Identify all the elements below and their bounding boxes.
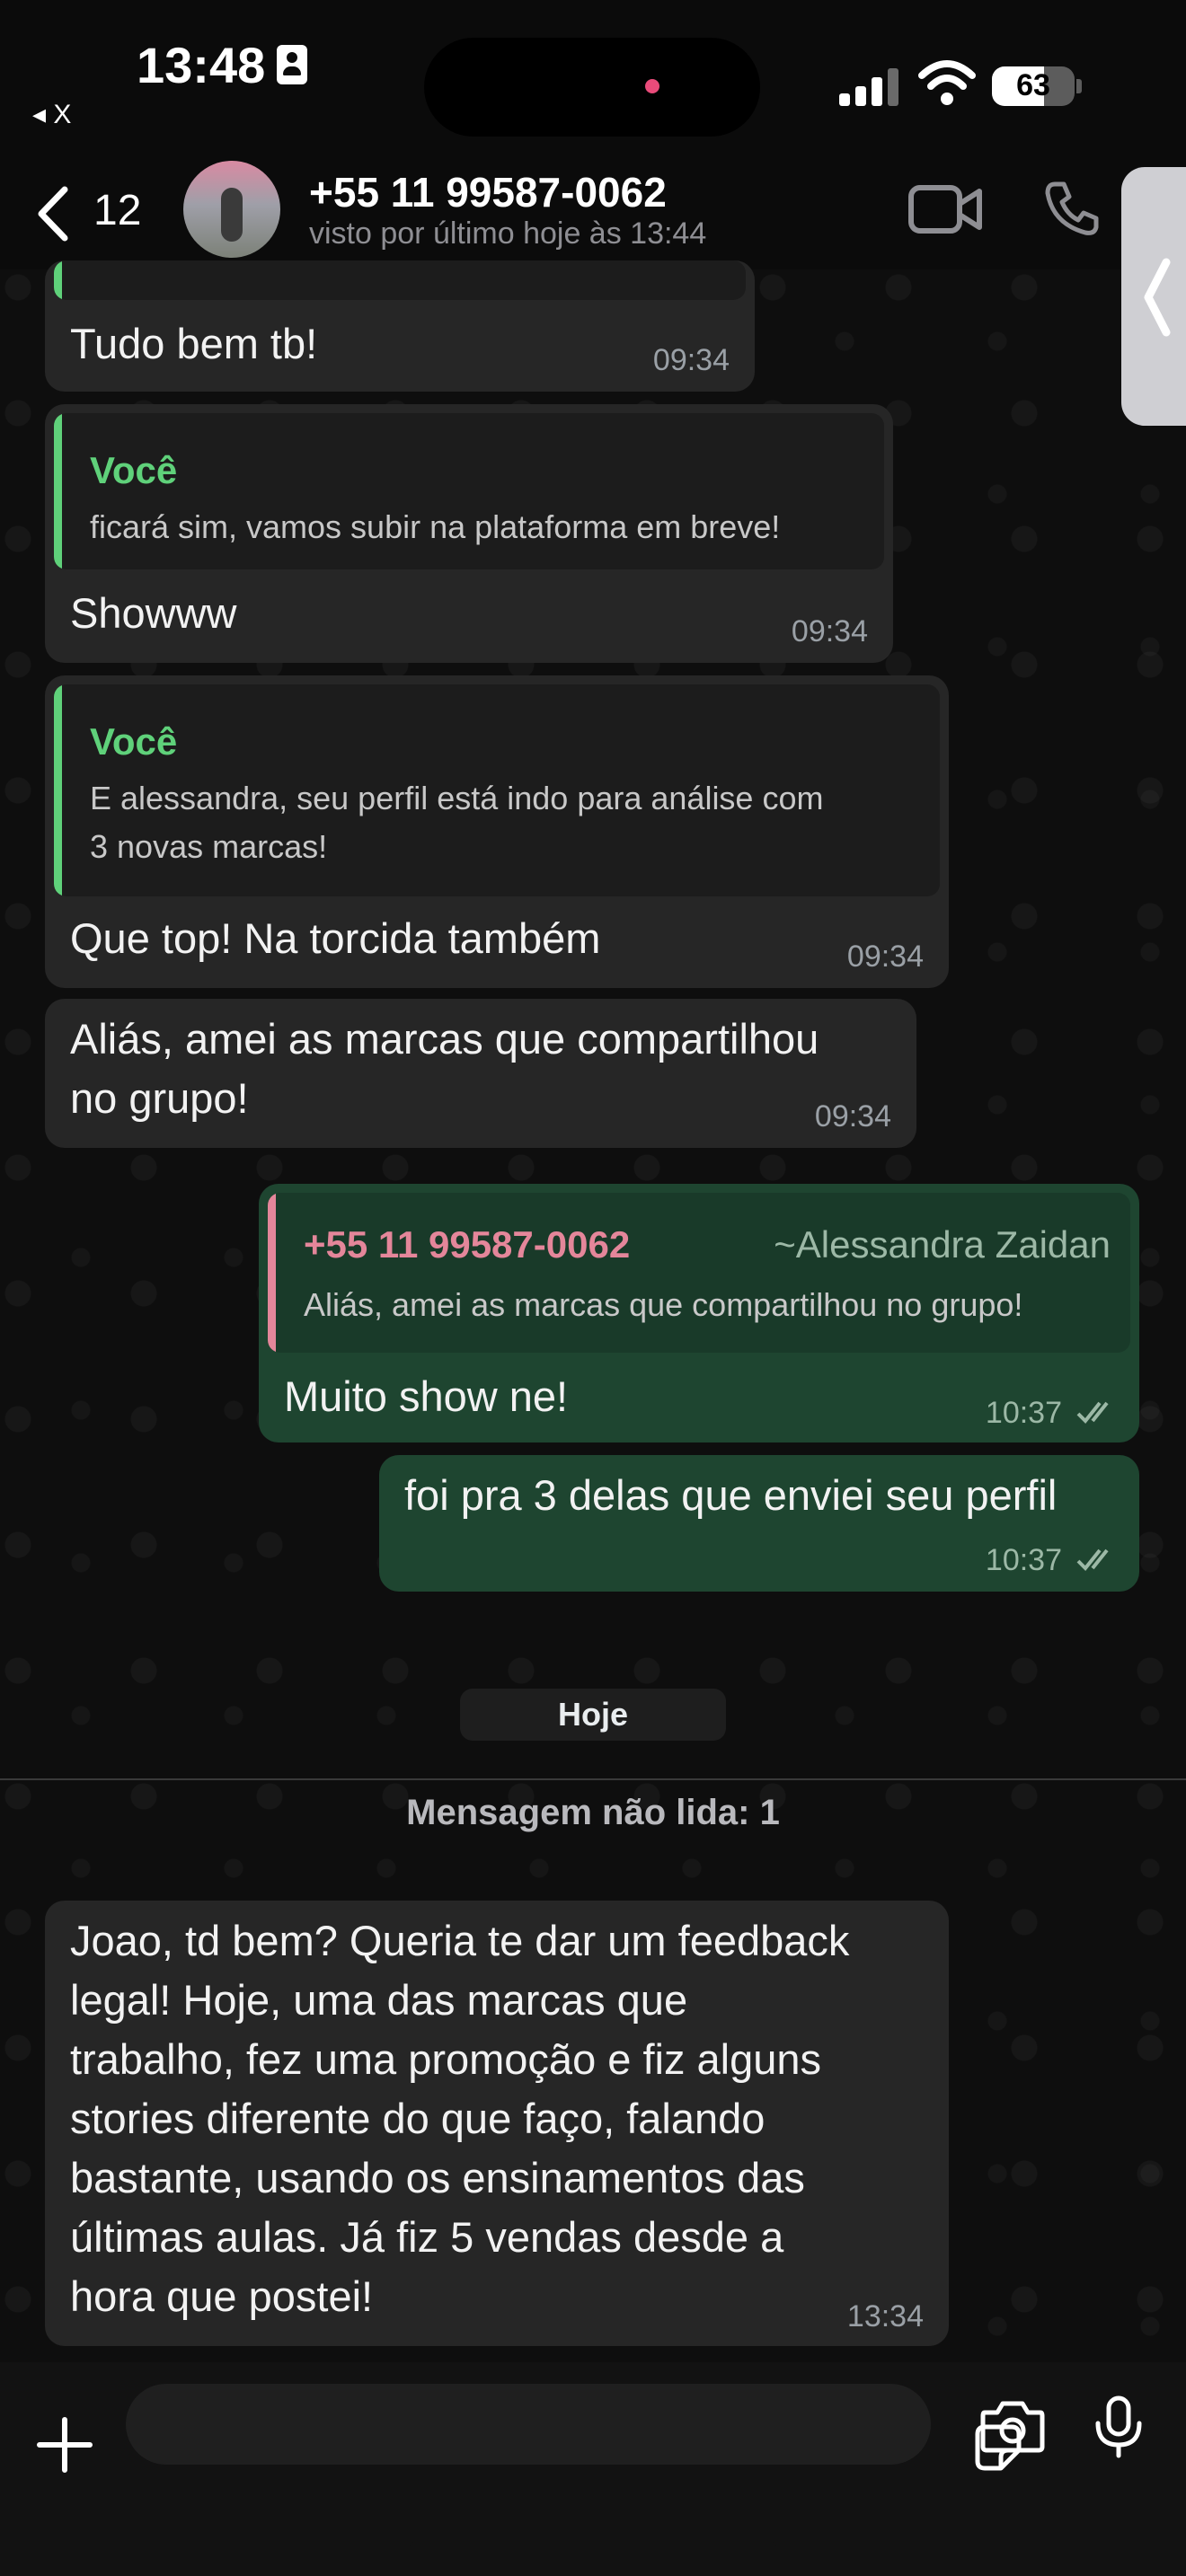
back-chevron-icon[interactable] <box>29 182 83 245</box>
side-panel-handle[interactable] <box>1121 167 1186 426</box>
message-time: 09:34 <box>791 614 868 648</box>
message-time: 10:37 <box>985 1543 1062 1577</box>
back-to-app-link[interactable]: ◂ X <box>32 99 71 130</box>
message-time: 09:34 <box>814 1099 891 1134</box>
chevron-left-icon <box>1144 258 1171 337</box>
unread-divider <box>0 1778 1186 1780</box>
message-bubble-incoming[interactable]: Joao, td bem? Queria te dar um feedback … <box>45 1901 949 2346</box>
dynamic-island <box>424 38 760 137</box>
wifi-icon <box>918 60 976 105</box>
message-bubble-outgoing[interactable]: +55 11 99587-0062 ~Alessandra Zaidan Ali… <box>259 1184 1139 1442</box>
quote-author: Você <box>90 720 178 763</box>
quote-author: Você <box>90 449 178 491</box>
quote-text: E alessandra, seu perfil está indo para … <box>90 780 824 865</box>
quoted-message[interactable]: Você ficará sim, vamos subir na platafor… <box>54 413 884 569</box>
read-receipt-icon <box>1076 1548 1109 1571</box>
message-text: Aliás, amei as marcas que compartilhou n… <box>70 1015 819 1122</box>
message-bubble-incoming[interactable]: Você E alessandra, seu perfil está indo … <box>45 675 949 988</box>
quoted-message[interactable]: Você E alessandra, seu perfil está indo … <box>54 684 940 896</box>
contact-avatar[interactable] <box>183 161 280 258</box>
voice-call-icon[interactable] <box>1042 179 1102 238</box>
quote-bar <box>54 260 62 300</box>
message-bubble-incoming[interactable]: Aliás, amei as marcas que compartilhou n… <box>45 999 916 1148</box>
message-input[interactable] <box>126 2384 1022 2471</box>
message-time: 10:37 <box>985 1396 1062 1430</box>
quote-text: ficará sim, vamos subir na plataforma em… <box>90 508 781 545</box>
chat-header: 12 +55 11 99587-0062 visto por último ho… <box>0 157 1186 269</box>
quote-bar <box>54 684 62 896</box>
message-text: Tudo bem tb! <box>70 320 318 367</box>
message-text: Muito show ne! <box>284 1372 569 1420</box>
battery-percent: 63 <box>1016 68 1050 102</box>
contact-card-icon <box>277 45 307 84</box>
message-time: 09:34 <box>846 940 924 974</box>
plus-icon[interactable] <box>36 2416 93 2474</box>
date-separator: Hoje <box>460 1689 726 1741</box>
unread-chats-count[interactable]: 12 <box>93 186 141 235</box>
status-time: 13:48 <box>137 37 266 93</box>
last-seen-status: visto por último hoje às 13:44 <box>309 216 707 251</box>
quote-author-alias: ~Alessandra Zaidan <box>774 1223 1111 1266</box>
cellular-signal-icon <box>839 66 900 106</box>
video-call-icon[interactable] <box>907 181 983 238</box>
quoted-message[interactable] <box>54 260 746 300</box>
message-bubble-incoming[interactable]: Tudo bem tb! 09:34 <box>45 260 755 392</box>
battery-cap <box>1076 79 1082 93</box>
recording-indicator-icon <box>645 79 659 93</box>
message-time: 09:34 <box>652 343 730 377</box>
message-text: foi pra 3 delas que enviei seu perfil <box>404 1471 1058 1519</box>
microphone-icon[interactable] <box>1091 2395 1146 2459</box>
message-text: Que top! Na torcida também <box>70 914 601 962</box>
battery-indicator: 63 <box>992 66 1075 106</box>
quote-text: Aliás, amei as marcas que compartilhou n… <box>304 1286 1023 1323</box>
read-receipt-icon <box>1076 1401 1109 1424</box>
contact-name[interactable]: +55 11 99587-0062 <box>309 168 667 216</box>
quote-bar <box>54 413 62 569</box>
message-text: Joao, td bem? Queria te dar um feedback … <box>70 1917 850 2320</box>
message-bubble-outgoing[interactable]: foi pra 3 delas que enviei seu perfil 10… <box>379 1455 1139 1592</box>
unread-banner: Mensagem não lida: 1 <box>406 1793 780 1832</box>
message-time: 13:34 <box>846 2299 924 2333</box>
quote-author: +55 11 99587-0062 <box>304 1223 631 1266</box>
quote-bar <box>268 1193 276 1353</box>
message-text: Showww <box>70 589 237 637</box>
status-bar: 13:48 ◂ X 63 <box>0 0 1186 157</box>
message-bubble-incoming[interactable]: Você ficará sim, vamos subir na platafor… <box>45 404 893 663</box>
camera-icon[interactable] <box>979 2398 1046 2454</box>
quoted-message[interactable]: +55 11 99587-0062 ~Alessandra Zaidan Ali… <box>268 1193 1130 1353</box>
home-indicator <box>410 2542 776 2553</box>
